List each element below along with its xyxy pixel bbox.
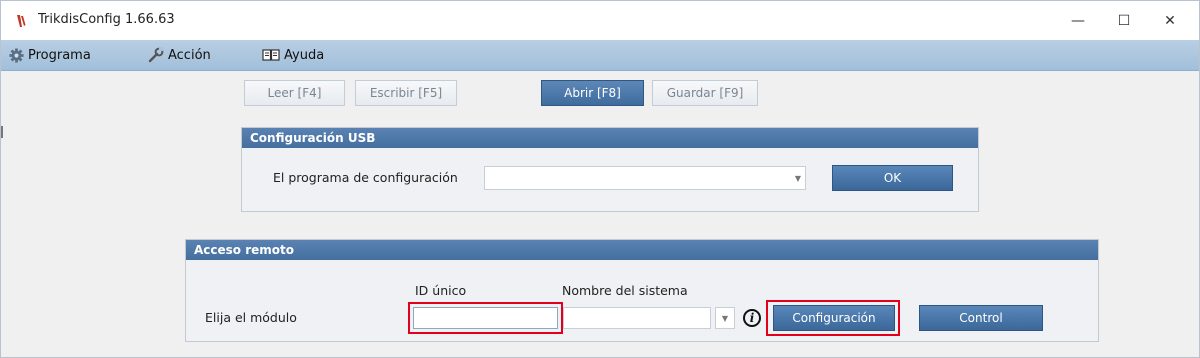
remote-panel-title: Acceso remoto xyxy=(186,240,1098,260)
config-program-label: El programa de configuración xyxy=(273,170,458,185)
read-button[interactable]: Leer [F4] xyxy=(244,80,345,106)
menu-programa-label: Programa xyxy=(28,47,91,63)
configuration-highlight xyxy=(766,300,900,336)
chevron-down-icon: ▼ xyxy=(794,174,801,183)
usb-config-panel: Configuración USB El programa de configu… xyxy=(241,127,979,212)
menu-ayuda-label: Ayuda xyxy=(284,47,325,63)
menu-ayuda[interactable]: Ayuda xyxy=(262,46,324,64)
select-module-label: Elija el módulo xyxy=(205,310,297,325)
system-name-label: Nombre del sistema xyxy=(562,283,688,298)
unique-id-label: ID único xyxy=(415,283,467,298)
open-button[interactable]: Abrir [F8] xyxy=(541,80,644,106)
menu-accion-label: Acción xyxy=(168,47,211,63)
usb-panel-title: Configuración USB xyxy=(242,128,978,148)
minimize-button[interactable]: — xyxy=(1055,1,1101,40)
menu-programa[interactable]: Programa xyxy=(9,46,91,64)
config-program-select[interactable]: ▼ xyxy=(484,166,806,190)
left-edge-marker xyxy=(1,126,3,138)
ok-button[interactable]: OK xyxy=(832,165,953,191)
write-button[interactable]: Escribir [F5] xyxy=(355,80,457,106)
maximize-button[interactable]: ☐ xyxy=(1101,1,1147,40)
main-content: Leer [F4] Escribir [F5] Abrir [F8] Guard… xyxy=(1,71,1199,357)
control-button[interactable]: Control xyxy=(919,305,1043,331)
wrench-icon xyxy=(148,47,164,63)
menu-accion[interactable]: Acción xyxy=(148,46,211,64)
app-logo-icon xyxy=(17,15,26,27)
system-name-dropdown-icon[interactable]: ▼ xyxy=(715,307,735,329)
save-button[interactable]: Guardar [F9] xyxy=(652,80,758,106)
app-window: TrikdisConfig 1.66.63 — ☐ ✕ Programa Acc… xyxy=(0,0,1200,358)
remote-access-panel: Acceso remoto ID único Nombre del sistem… xyxy=(185,239,1099,342)
info-icon[interactable]: i xyxy=(743,309,761,327)
window-title: TrikdisConfig 1.66.63 xyxy=(38,12,175,27)
book-icon xyxy=(262,49,280,61)
unique-id-highlight xyxy=(408,302,563,334)
title-bar: TrikdisConfig 1.66.63 — ☐ ✕ xyxy=(1,1,1199,40)
system-name-input[interactable] xyxy=(563,307,711,329)
menu-bar: Programa Acción Ayuda xyxy=(1,40,1199,71)
close-button[interactable]: ✕ xyxy=(1147,1,1193,40)
gear-icon xyxy=(9,47,24,63)
